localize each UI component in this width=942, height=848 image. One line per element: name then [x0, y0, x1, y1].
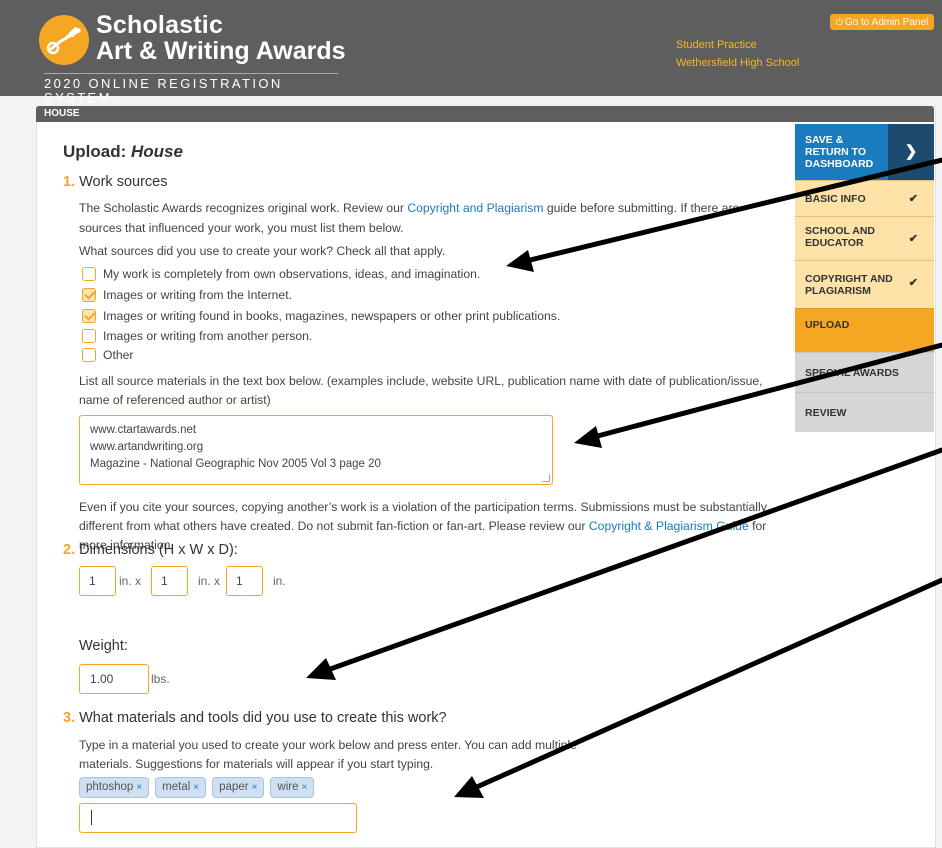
annotation-arrow	[519, 157, 942, 265]
annotation-arrow	[319, 447, 942, 675]
annotation-arrow	[587, 342, 942, 441]
arrowhead	[574, 426, 602, 448]
arrowhead	[506, 250, 534, 272]
annotation-arrow	[467, 577, 942, 793]
annotation-arrows	[306, 157, 942, 798]
